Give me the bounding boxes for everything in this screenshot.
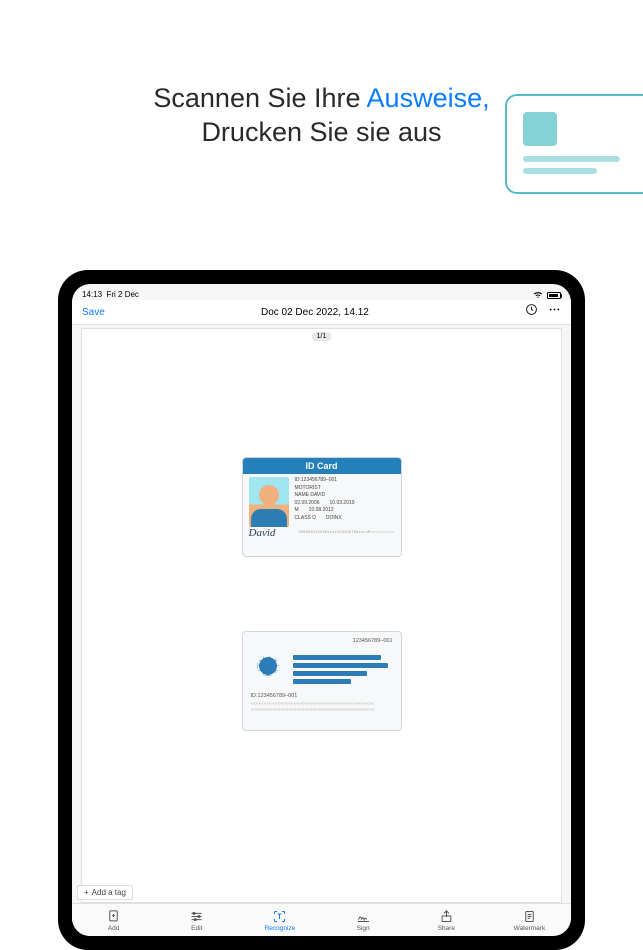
id-back-bottom-id: ID:123456789–001	[251, 693, 393, 699]
id-back-bars	[293, 652, 393, 687]
status-time: 14:13	[82, 290, 102, 299]
nav-bar: Save Doc 02 Dec 2022, 14.12	[72, 300, 571, 325]
id-front-mrz: 0000DAVID020xxxx123456789xxxxM<<<<<<<<<<	[298, 531, 394, 535]
add-tag-button[interactable]: + Add a tag	[77, 885, 133, 900]
globe-icon	[251, 652, 285, 680]
recognize-button[interactable]: Recognize	[238, 909, 321, 933]
edit-button[interactable]: Edit	[155, 909, 238, 933]
id-front-id: ID:123456789–001	[295, 477, 395, 483]
id-photo	[249, 477, 289, 527]
sign-button[interactable]: Sign	[322, 909, 405, 933]
id-card-back: 123456789–001 ID:123456789–001 <<<<<<<<<…	[242, 631, 402, 731]
watermark-button[interactable]: Watermark	[488, 909, 571, 933]
id-card-front: ID Card ID:123456789–001 MOTORIST NAME D…	[242, 457, 402, 557]
history-icon[interactable]	[525, 303, 538, 321]
id-back-mrz: <<<<<<<<<<<<<<<<<<<<<<<<<<<<<<<<<<<<<<<<…	[251, 702, 393, 714]
share-icon	[439, 909, 454, 924]
status-date: Fri 2 Dec	[106, 290, 138, 299]
add-tag-label: Add a tag	[92, 888, 126, 897]
save-button[interactable]: Save	[82, 307, 105, 318]
scanned-page[interactable]: ID Card ID:123456789–001 MOTORIST NAME D…	[81, 328, 562, 903]
id-signature: David	[249, 527, 276, 539]
headline-part2: Drucken Sie sie aus	[201, 117, 441, 147]
add-button[interactable]: Add	[72, 909, 155, 933]
id-back-top-id: 123456789–001	[251, 638, 393, 644]
ocr-icon	[272, 909, 287, 924]
id-front-name: NAME DAVID	[295, 492, 326, 498]
id-front-motorist: MOTORIST	[295, 485, 321, 491]
doc-title: Doc 02 Dec 2022, 14.12	[261, 307, 369, 318]
share-button[interactable]: Share	[405, 909, 488, 933]
tablet-screen: 14:13 Fri 2 Dec Save Doc 02 Dec 2022, 14…	[72, 284, 571, 936]
sliders-icon	[189, 909, 204, 924]
status-bar: 14:13 Fri 2 Dec	[72, 284, 571, 300]
headline-highlight: Ausweise,	[367, 83, 490, 113]
more-icon[interactable]	[548, 303, 561, 321]
plus-icon: +	[84, 888, 89, 897]
watermark-icon	[522, 909, 537, 924]
content-area: 1/1 ID Card ID:123456789–001 MOTORIST NA…	[72, 325, 571, 903]
headline-part1: Scannen Sie Ihre	[153, 83, 366, 113]
wifi-icon	[533, 291, 543, 299]
signature-icon	[356, 909, 371, 924]
page-counter: 1/1	[312, 332, 332, 341]
id-front-title: ID Card	[243, 458, 401, 474]
add-page-icon	[106, 909, 121, 924]
hero-card-decor	[505, 94, 643, 194]
tablet-frame: 14:13 Fri 2 Dec Save Doc 02 Dec 2022, 14…	[58, 270, 585, 950]
battery-icon	[547, 292, 561, 299]
bottom-toolbar: Add Edit Recognize Sign Share Watermark	[72, 903, 571, 937]
